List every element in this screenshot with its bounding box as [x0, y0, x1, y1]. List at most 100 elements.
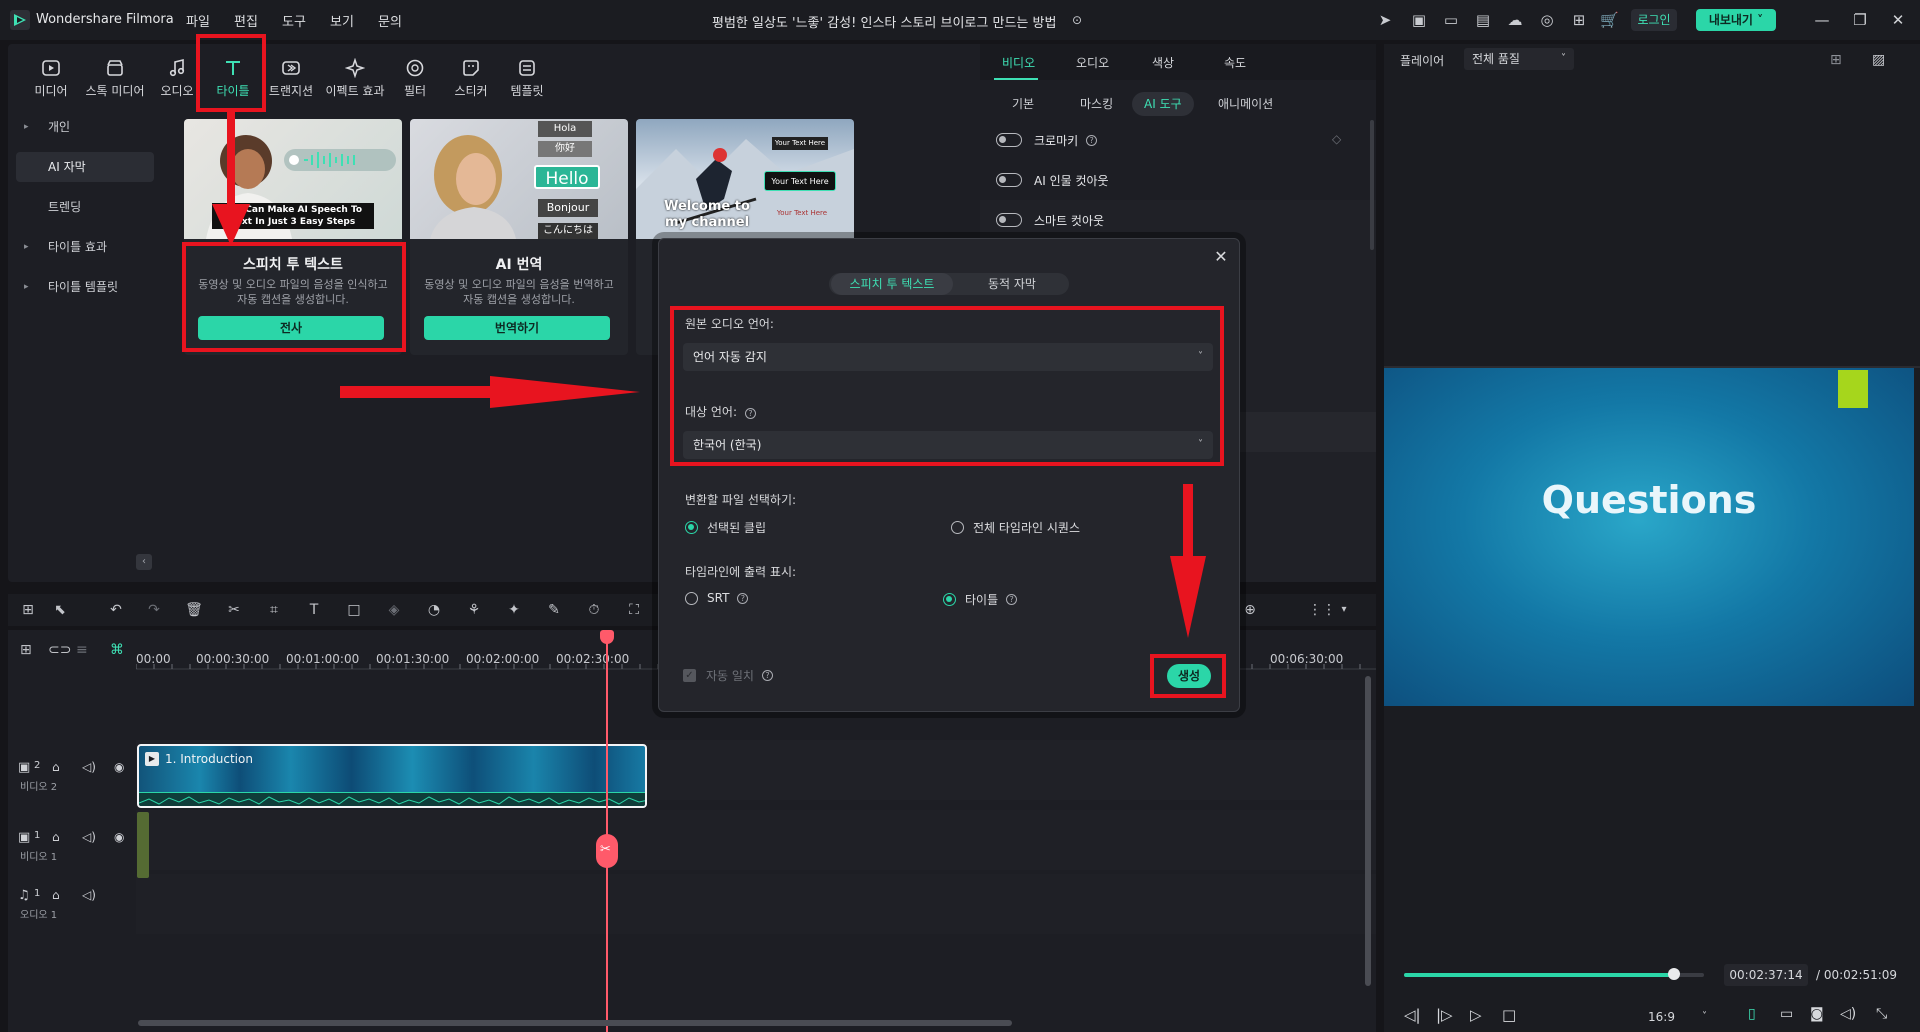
timer-icon[interactable]: ⏱	[584, 600, 604, 620]
checkbox-disabled[interactable]: ✓	[683, 669, 696, 682]
close-window-icon[interactable]: ✕	[1886, 9, 1910, 31]
lock-icon[interactable]: ⌂	[52, 888, 60, 902]
restore-icon[interactable]: ❐	[1848, 9, 1872, 31]
undo-icon[interactable]: ↶	[106, 600, 126, 620]
help-icon[interactable]: ?	[737, 592, 749, 604]
link-icon[interactable]: ⊂⊃	[48, 642, 71, 658]
tab-media[interactable]: 미디어	[16, 56, 86, 106]
menu-file[interactable]: 파일	[186, 11, 210, 30]
next-frame-icon[interactable]: |▷	[1436, 1006, 1453, 1024]
help-icon[interactable]: ?	[1086, 134, 1098, 146]
snap-icon[interactable]: ≡	[76, 642, 88, 658]
help-icon[interactable]: ?	[1006, 594, 1018, 605]
track-menu-icon[interactable]: ⋮⋮	[1308, 600, 1336, 620]
media-icon[interactable]: ▣	[1410, 11, 1428, 29]
tab-transitions[interactable]: 트랜지션	[256, 56, 326, 106]
tab-dynamic-captions[interactable]: 동적 자막	[957, 273, 1067, 295]
crop-icon[interactable]: ⌗	[264, 600, 284, 620]
video-clip-introduction[interactable]: ▶ 1. Introduction	[137, 744, 647, 808]
text-icon[interactable]: T	[304, 600, 324, 620]
property-scrollbar[interactable]	[1370, 120, 1374, 250]
mask-icon[interactable]: ◈	[384, 600, 404, 620]
menu-view[interactable]: 보기	[330, 11, 354, 30]
tab-templates[interactable]: 템플릿	[492, 56, 562, 106]
track-video-1[interactable]	[136, 810, 1376, 870]
add-track-icon[interactable]: ⊞	[20, 642, 32, 658]
radio-titles[interactable]: 타이틀?	[943, 591, 1018, 608]
subtab-masking[interactable]: 마스킹	[1068, 92, 1125, 116]
chroma-key-toggle[interactable]	[996, 133, 1022, 147]
radio-selected-clip[interactable]: 선택된 클립	[685, 519, 766, 536]
split-scissors-icon[interactable]: ✂	[224, 600, 244, 620]
play-icon[interactable]: ▷	[1470, 1006, 1482, 1024]
magnet-icon[interactable]: ⌘	[110, 642, 124, 658]
menu-edit[interactable]: 편집	[234, 11, 258, 30]
tab-video[interactable]: 비디오	[1002, 54, 1035, 71]
smart-cutout-toggle[interactable]	[996, 213, 1022, 227]
tab-speed[interactable]: 속도	[1224, 54, 1246, 71]
grid-icon[interactable]: ⊞	[1570, 11, 1588, 29]
playback-progress-bar[interactable]	[1404, 968, 1704, 980]
speaker-icon[interactable]: ◁)	[82, 888, 96, 902]
camera-snapshot-icon[interactable]: ◙	[1810, 1006, 1824, 1022]
tab-speech-to-text[interactable]: 스피치 투 텍스트	[831, 273, 953, 295]
radio-dot[interactable]	[951, 521, 964, 534]
screen-icon[interactable]: ▭	[1442, 11, 1460, 29]
edit-icon[interactable]: ✎	[544, 600, 564, 620]
subtab-basic[interactable]: 기본	[1000, 92, 1046, 116]
playhead-handle[interactable]	[600, 630, 614, 644]
menu-tools[interactable]: 도구	[282, 11, 306, 30]
progress-knob[interactable]	[1668, 968, 1680, 980]
aspect-ratio-dropdown[interactable]: 16:9 ˅	[1648, 1006, 1718, 1028]
playhead-line[interactable]	[606, 632, 608, 1032]
sidebar-item-personal[interactable]: ▸ 개인	[16, 112, 154, 142]
send-icon[interactable]: ➤	[1376, 11, 1394, 29]
cart-icon[interactable]: 🛒	[1600, 11, 1619, 29]
toggle-row-ai-portrait[interactable]: AI 인물 컷아웃	[996, 170, 1109, 190]
card-ai-translate[interactable]: Hola 你好 Hello Bonjour こんにちは AI 번역 동영상 및 …	[410, 119, 628, 355]
sidebar-item-title-effects[interactable]: ▸ 타이틀 효과	[16, 232, 154, 262]
monitor-icon[interactable]: ▭	[1780, 1006, 1793, 1022]
minimize-icon[interactable]: —	[1810, 9, 1834, 31]
clip-stub-video-1[interactable]	[137, 812, 149, 878]
track-audio-1[interactable]	[136, 874, 1376, 934]
cloud-icon[interactable]: ☁	[1506, 11, 1524, 29]
timeline-vertical-scrollbar[interactable]	[1365, 676, 1371, 986]
radio-dot[interactable]	[685, 591, 698, 605]
sidebar-item-trending[interactable]: 트렌딩	[16, 192, 154, 222]
eye-icon[interactable]: ◉	[114, 830, 124, 844]
volume-icon[interactable]: ◁)	[1840, 1006, 1856, 1022]
quality-dropdown[interactable]: 전체 품질 ˅	[1464, 48, 1574, 70]
sidebar-item-title-templates[interactable]: ▸ 타이틀 템플릿	[16, 272, 154, 302]
image-snapshot-icon[interactable]: ▨	[1872, 52, 1885, 68]
layout-icon[interactable]: ⊞	[18, 600, 38, 620]
playhead-scissor-knob[interactable]: ✂	[596, 834, 618, 868]
lock-icon[interactable]: ⌂	[52, 830, 60, 844]
ai-icon[interactable]: ✦	[504, 600, 524, 620]
keyframe-diamond-icon[interactable]: ◇	[1332, 132, 1341, 146]
radio-dot-checked[interactable]	[685, 521, 698, 534]
tab-stock-media[interactable]: 스톡 미디어	[80, 56, 150, 106]
headset-icon[interactable]: ◎	[1538, 11, 1556, 29]
sidebar-item-ai-captions[interactable]: AI 자막	[16, 152, 154, 182]
help-icon[interactable]: ?	[761, 670, 773, 681]
subtab-ai-tools[interactable]: AI 도구	[1132, 92, 1194, 116]
eye-icon[interactable]: ◉	[114, 760, 124, 774]
translate-button[interactable]: 번역하기	[424, 316, 610, 340]
lock-icon[interactable]: ⌂	[52, 760, 60, 774]
stop-icon[interactable]: □	[1502, 1006, 1516, 1024]
auto-sync-checkbox[interactable]: ✓ 자동 일치?	[683, 667, 773, 684]
speaker-icon[interactable]: ◁)	[82, 830, 96, 844]
grid-view-icon[interactable]: ⊞	[1830, 52, 1842, 68]
ai-portrait-toggle[interactable]	[996, 173, 1022, 187]
subtab-animation[interactable]: 애니메이션	[1206, 92, 1285, 116]
radio-dot-checked[interactable]	[943, 593, 956, 606]
speaker-icon[interactable]: ◁)	[82, 760, 96, 774]
login-button[interactable]: 로그인	[1631, 9, 1677, 31]
chevron-down-icon[interactable]: ▾	[1334, 600, 1354, 620]
zoom-icon[interactable]: ⊕	[1240, 600, 1260, 620]
delete-icon[interactable]: 🗑	[184, 600, 204, 620]
select-cursor-icon[interactable]: ⬉	[50, 600, 70, 620]
mark-icon[interactable]: ▯	[1748, 1006, 1756, 1022]
tab-audio-props[interactable]: 오디오	[1076, 54, 1109, 71]
